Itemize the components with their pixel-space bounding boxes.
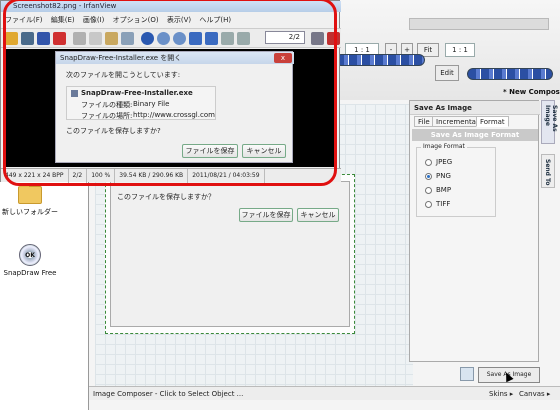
next-icon[interactable]: [205, 32, 218, 45]
screenshot-object[interactable]: このファイルを保存しますか？ ファイルを保存 キャンセル: [105, 174, 355, 334]
radio-selected-icon: [425, 172, 432, 180]
close-icon[interactable]: x: [274, 53, 292, 63]
format-tiff-label: TIFF: [436, 200, 451, 208]
file-source-value: http://www.crossgl.com: [133, 111, 215, 119]
last-page-icon[interactable]: [237, 32, 250, 45]
radio-icon: [425, 200, 432, 208]
desktop-snapdraw[interactable]: OK SnapDraw Free: [0, 244, 60, 277]
format-jpeg-label: JPEG: [436, 158, 453, 166]
first-page-icon[interactable]: [221, 32, 234, 45]
zoom-in-icon[interactable]: [157, 32, 170, 45]
status-page: 2/2: [69, 169, 88, 183]
tab-file[interactable]: File: [414, 116, 434, 127]
undo-icon[interactable]: [121, 32, 134, 45]
color-strip[interactable]: [467, 68, 553, 80]
desktop-folder[interactable]: 新しいフォルダー: [0, 183, 60, 217]
status-dimensions: 449 x 221 x 24 BPP: [1, 169, 69, 183]
page-field[interactable]: 2/2: [265, 31, 305, 44]
info-icon[interactable]: [141, 32, 154, 45]
radio-icon: [425, 186, 432, 194]
side-tab-save-as-image[interactable]: Save As Image: [541, 100, 558, 144]
desktop-folder-label: 新しいフォルダー: [2, 208, 58, 216]
format-bmp-radio[interactable]: BMP: [425, 186, 451, 194]
irfanview-menu-bar: ファイル(F) 編集(E) 画像(I) オプション(O) 表示(V) ヘルプ(H…: [1, 14, 341, 26]
image-viewport[interactable]: SnapDraw-Free-Installer.exe を開く x 次のファイル…: [5, 49, 337, 167]
open-file-dialog: SnapDraw-Free-Installer.exe を開く x 次のファイル…: [55, 51, 294, 163]
save-file-button[interactable]: ファイルを保存: [182, 144, 238, 158]
canvas-save-image: ファイルを保存: [239, 208, 293, 222]
delete-icon[interactable]: [53, 32, 66, 45]
file-source-label: ファイルの場所:: [81, 112, 133, 120]
skins-menu[interactable]: Skins ▸: [489, 387, 513, 401]
zoom-out-icon[interactable]: [173, 32, 186, 45]
tab-format[interactable]: Format: [476, 116, 509, 127]
canvas-dialog-question: このファイルを保存しますか？: [117, 193, 215, 201]
side-tab-send-to[interactable]: Send To: [541, 154, 555, 188]
screenshot-dialog-image: このファイルを保存しますか？ ファイルを保存 キャンセル: [110, 181, 350, 327]
style-strip[interactable]: [335, 54, 425, 66]
dialog-question: このファイルを保存しますか?: [66, 127, 161, 135]
snapdraw-menu-strip: [409, 18, 549, 30]
canvas-cancel-image: キャンセル: [297, 208, 339, 222]
composition-tab[interactable]: * New Composition: [503, 88, 560, 100]
panel-title: Save As Image: [410, 101, 540, 115]
radio-icon: [425, 158, 432, 166]
irfanview-title: Screenshot82.png - IrfanView: [1, 1, 341, 12]
status-text: Image Composer - Click to Select Object …: [93, 390, 244, 398]
copy-icon[interactable]: [89, 32, 102, 45]
previous-icon[interactable]: [189, 32, 202, 45]
menu-help[interactable]: ヘルプ(H): [199, 16, 231, 24]
disc-icon: OK: [19, 244, 41, 266]
cut-icon[interactable]: [73, 32, 86, 45]
desktop-snapdraw-label: SnapDraw Free: [3, 269, 57, 277]
file-info-box: SnapDraw-Free-Installer.exe ファイルの種類: Bin…: [66, 86, 216, 120]
menu-view[interactable]: 表示(V): [167, 16, 191, 24]
menu-file[interactable]: ファイル(F): [5, 16, 43, 24]
format-png-radio[interactable]: PNG: [425, 172, 451, 180]
status-zoom: 100 %: [87, 169, 116, 183]
side-tab-label: Save As Image: [544, 105, 558, 132]
format-bmp-label: BMP: [436, 186, 452, 194]
snapdraw-status-bar: Image Composer - Click to Select Object …: [89, 386, 560, 400]
tab-incremental[interactable]: Incremental: [432, 116, 482, 127]
format-png-label: PNG: [436, 172, 451, 180]
file-icon: [71, 90, 78, 97]
folder-icon: [18, 183, 42, 204]
irfanview-window: Screenshot82.png - IrfanView ファイル(F) 編集(…: [0, 0, 341, 183]
dialog-intro: 次のファイルを開こうとしています:: [66, 71, 181, 79]
open-icon[interactable]: [5, 32, 18, 45]
canvas-menu[interactable]: Canvas ▸: [519, 387, 550, 401]
dialog-filename: SnapDraw-Free-Installer.exe: [81, 89, 193, 97]
format-jpeg-radio[interactable]: JPEG: [425, 158, 452, 166]
dialog-title: SnapDraw-Free-Installer.exe を開く: [56, 52, 294, 64]
menu-image[interactable]: 画像(I): [83, 16, 105, 24]
menu-edit[interactable]: 編集(E): [51, 16, 75, 24]
status-date: 2011/08/21 / 04:03:59: [188, 169, 265, 183]
irfanview-status-bar: 449 x 221 x 24 BPP 2/2 100 % 39.54 KB / 290…: [1, 168, 341, 183]
zoom-right-field[interactable]: 1 : 1: [445, 43, 475, 57]
menu-options[interactable]: オプション(O): [113, 16, 159, 24]
panel-header: Save As Image Format: [412, 129, 538, 141]
save-as-image-panel: Save As Image File Incremental Format Sa…: [409, 100, 540, 383]
paste-icon[interactable]: [105, 32, 118, 45]
edit-button[interactable]: Edit: [435, 65, 459, 81]
status-filesize: 39.54 KB / 290.96 KB: [115, 169, 189, 183]
settings-icon[interactable]: [311, 32, 324, 45]
side-tab-label: Send To: [544, 159, 551, 186]
save-icon[interactable]: [37, 32, 50, 45]
file-type-value: Binary File: [133, 100, 170, 108]
exit-icon[interactable]: [327, 32, 340, 45]
image-format-label: Image Format: [421, 143, 467, 150]
format-tiff-radio[interactable]: TIFF: [425, 200, 450, 208]
image-format-group: Image Format JPEG PNG BMP TIFF: [416, 143, 496, 217]
cancel-button[interactable]: キャンセル: [242, 144, 286, 158]
slideshow-icon[interactable]: [21, 32, 34, 45]
file-type-label: ファイルの種類:: [81, 101, 133, 109]
image-icon[interactable]: [460, 367, 474, 381]
